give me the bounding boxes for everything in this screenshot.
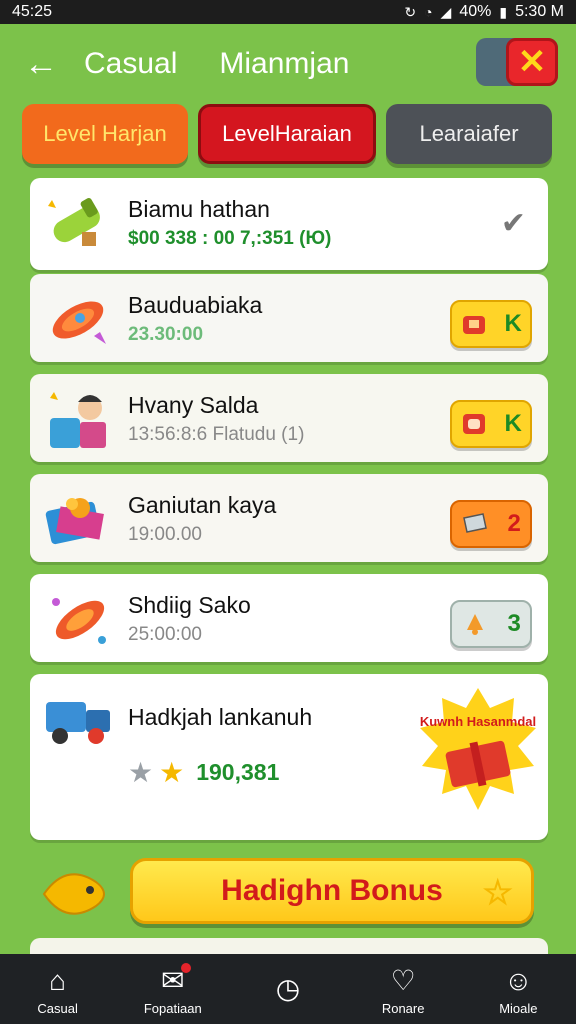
clock-icon: ◷ bbox=[275, 972, 301, 1004]
reward-badge[interactable]: 3 bbox=[450, 600, 532, 648]
reward-badge[interactable]: 2 bbox=[450, 500, 532, 548]
header: ← Casual Mianmjan ✕ bbox=[0, 32, 576, 96]
list-item[interactable]: Shdiig Sako 25:00:00 3 bbox=[30, 574, 548, 662]
ticket-icon bbox=[463, 513, 488, 533]
item-name: Hadkjah lankanuh bbox=[128, 704, 313, 730]
nav-label: Casual bbox=[37, 1000, 78, 1016]
profile-icon: ☺ bbox=[504, 964, 533, 996]
sync-icon: ↻ bbox=[404, 3, 417, 20]
bonus-label: Hadighn Bonus bbox=[221, 874, 443, 907]
close-icon: ✕ bbox=[517, 43, 547, 81]
signal-icon: ◢ bbox=[440, 3, 452, 20]
badge-value: K bbox=[504, 410, 522, 437]
battery-icon: ▮ bbox=[499, 3, 508, 20]
gift-capsule-icon bbox=[48, 198, 100, 246]
item-name: Shdiig Sako bbox=[128, 592, 251, 618]
list-item[interactable]: Hvany Salda 13:56:8:6 Flatudu (1) K bbox=[30, 374, 548, 462]
gift-burst-icon: Kuwnh Hasanmdal bbox=[420, 688, 536, 810]
tab-level-harjan[interactable]: Level Harjan bbox=[22, 104, 188, 164]
chest-icon bbox=[463, 316, 486, 334]
item-detail: 13:56:8:6 Flatudu (1) bbox=[128, 424, 305, 445]
rocket-icon bbox=[52, 301, 106, 344]
tab-learaiafer[interactable]: Learaiafer bbox=[386, 104, 552, 164]
nav-label: Fopatiaan bbox=[143, 1000, 202, 1016]
close-button[interactable]: ✕ bbox=[506, 38, 558, 86]
checkmark-icon: ✔ bbox=[500, 207, 526, 240]
header-title-left: Casual bbox=[84, 47, 178, 80]
rating: ★ ★ 190,381 bbox=[128, 756, 279, 789]
back-arrow-icon[interactable]: ← bbox=[24, 45, 74, 84]
inbox-icon: ✉ bbox=[161, 962, 191, 999]
item-name: Biamu hathan bbox=[128, 196, 270, 222]
item-time: 19:00.00 bbox=[128, 524, 202, 545]
status-time: 45:25 bbox=[12, 3, 53, 20]
bottom-nav: ⌂ Casual ✉ Fopatiaan ◷ ♡ Ronare ☺ Mioale bbox=[0, 954, 576, 1024]
item-time: 25:00:00 bbox=[128, 624, 202, 645]
burst-label: Kuwnh Hasanmdal bbox=[420, 714, 536, 729]
close-button-frame: ✕ bbox=[476, 38, 558, 86]
rocket-icon bbox=[52, 598, 106, 644]
nav-mioale[interactable]: ☺ Mioale bbox=[468, 963, 568, 1016]
nav-casual[interactable]: ⌂ Casual bbox=[8, 963, 108, 1016]
star-filled-icon: ★ bbox=[159, 757, 185, 788]
list-item-featured[interactable]: Hadkjah lankanuh ★ ★ 190,381 Kuwnh Hasan… bbox=[30, 674, 548, 840]
header-title-right: Mianmjan bbox=[219, 47, 350, 80]
star-empty-icon: ★ bbox=[128, 757, 154, 788]
home-icon: ⌂ bbox=[49, 964, 67, 996]
nav-clock[interactable]: ◷ bbox=[238, 970, 338, 1008]
list-item[interactable]: Bauduabiaka 23.30:00 K bbox=[30, 274, 548, 362]
item-time: 23.30:00 bbox=[128, 324, 204, 345]
character-icon bbox=[50, 392, 106, 448]
item-name: Bauduabiaka bbox=[128, 292, 263, 318]
stars-value: 190,381 bbox=[196, 759, 280, 785]
notification-dot bbox=[180, 962, 191, 973]
item-value: $00 338 : 00 7,:351 (Ю) bbox=[128, 228, 332, 249]
nav-fopatiaan[interactable]: ✉ Fopatiaan bbox=[123, 962, 223, 1016]
badge-value: K bbox=[504, 310, 522, 337]
level-tabs: Level Harjan LevelHaraian Learaiafer bbox=[22, 104, 552, 164]
bell-icon bbox=[467, 614, 484, 635]
badge-value: 3 bbox=[507, 610, 521, 637]
fish-icon bbox=[42, 873, 105, 915]
nav-label: Ronare bbox=[381, 1000, 425, 1016]
reward-badge[interactable]: K bbox=[450, 300, 532, 348]
heart-icon: ♡ bbox=[390, 965, 416, 996]
tab-level-haraian[interactable]: LevelHaraian bbox=[198, 104, 376, 164]
nav-ronare[interactable]: ♡ Ronare bbox=[353, 963, 453, 1016]
nav-label: Mioale bbox=[499, 1000, 538, 1016]
status-clock: 5:30 M bbox=[515, 3, 564, 20]
list-item[interactable]: Ganiutan kaya 19:00.00 2 bbox=[30, 474, 548, 562]
gift-box-icon bbox=[45, 498, 104, 545]
reward-badge[interactable]: K bbox=[450, 400, 532, 448]
truck-icon bbox=[46, 702, 110, 744]
item-name: Hvany Salda bbox=[128, 392, 259, 418]
chest-icon bbox=[463, 414, 486, 434]
star-icon: ☆ bbox=[482, 874, 513, 912]
bonus-button[interactable]: Hadighn Bonus ☆ bbox=[130, 858, 534, 924]
list-item[interactable]: Biamu hathan $00 338 : 00 7,:351 (Ю) ✔ bbox=[30, 178, 548, 270]
status-bar: 45:25 ↻ ◔ ◢ 40% ▮ 5:30 M bbox=[0, 0, 576, 24]
bonus-section: Hadighn Bonus ☆ bbox=[36, 858, 540, 928]
item-name: Ganiutan kaya bbox=[128, 492, 277, 518]
status-icons: ↻ ◔ ◢ 40% ▮ 5:30 M bbox=[404, 3, 564, 21]
badge-value: 2 bbox=[507, 510, 521, 537]
wifi-icon: ◔ bbox=[424, 4, 433, 20]
battery-level: 40% bbox=[459, 3, 492, 20]
